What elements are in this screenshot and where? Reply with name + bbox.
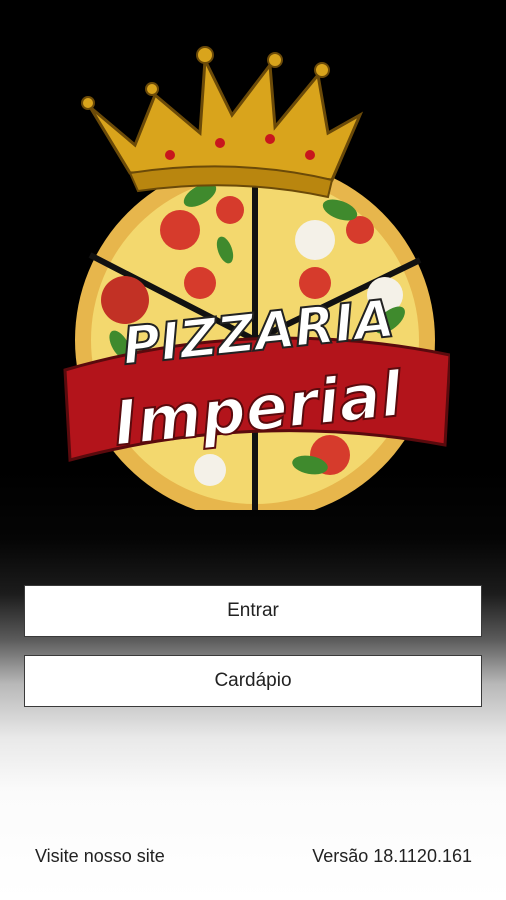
cardapio-button[interactable]: Cardápio (24, 655, 482, 707)
cardapio-button-label: Cardápio (214, 670, 292, 691)
entrar-button[interactable]: Entrar (24, 585, 482, 637)
visit-site-link[interactable]: Visite nosso site (35, 846, 165, 867)
crown-icon (81, 46, 364, 199)
pizza-crown-logo: PIZZARIA Imperial (63, 46, 450, 510)
version-label: Versão 18.1120.161 (312, 846, 472, 866)
brand-logo: PIZZARIA Imperial (60, 15, 450, 510)
entrar-button-label: Entrar (227, 600, 279, 621)
